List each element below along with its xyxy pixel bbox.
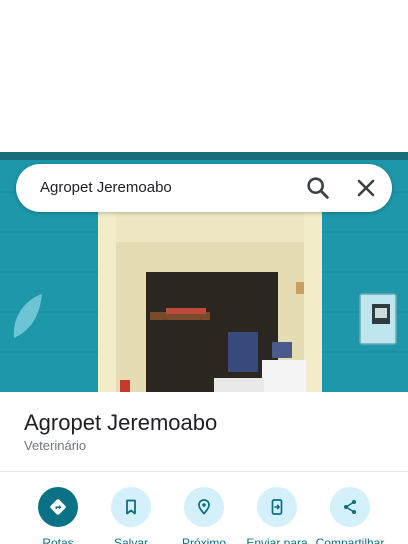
share-icon [330, 487, 370, 527]
share-label: Compartilhar [315, 536, 385, 544]
send-to-phone-label: Enviar para [246, 536, 308, 544]
save-button[interactable]: Salvar [91, 485, 171, 544]
close-icon[interactable] [352, 174, 380, 202]
action-bar: Rotas Salvar Próximo Enviar para Compart… [0, 485, 408, 544]
nearby-icon [184, 487, 224, 527]
share-button[interactable]: Compartilhar [310, 485, 390, 544]
send-to-phone-button[interactable]: Enviar para [237, 485, 317, 544]
search-bar[interactable]: Agropet Jeremoabo [16, 164, 392, 212]
map-area-blank [0, 0, 408, 152]
directions-label: Rotas [42, 536, 74, 544]
nearby-button[interactable]: Próximo [164, 485, 244, 544]
place-category[interactable]: Veterinário [24, 438, 86, 453]
search-input[interactable]: Agropet Jeremoabo [40, 179, 172, 196]
directions-icon [38, 487, 78, 527]
save-label: Salvar [113, 536, 148, 544]
divider [0, 471, 408, 472]
directions-button[interactable]: Rotas [18, 485, 98, 544]
place-title: Agropet Jeremoabo [24, 410, 218, 435]
send-to-phone-icon [257, 487, 297, 527]
bookmark-icon [111, 487, 151, 527]
nearby-label: Próximo [181, 536, 226, 544]
search-icon[interactable] [304, 174, 332, 202]
